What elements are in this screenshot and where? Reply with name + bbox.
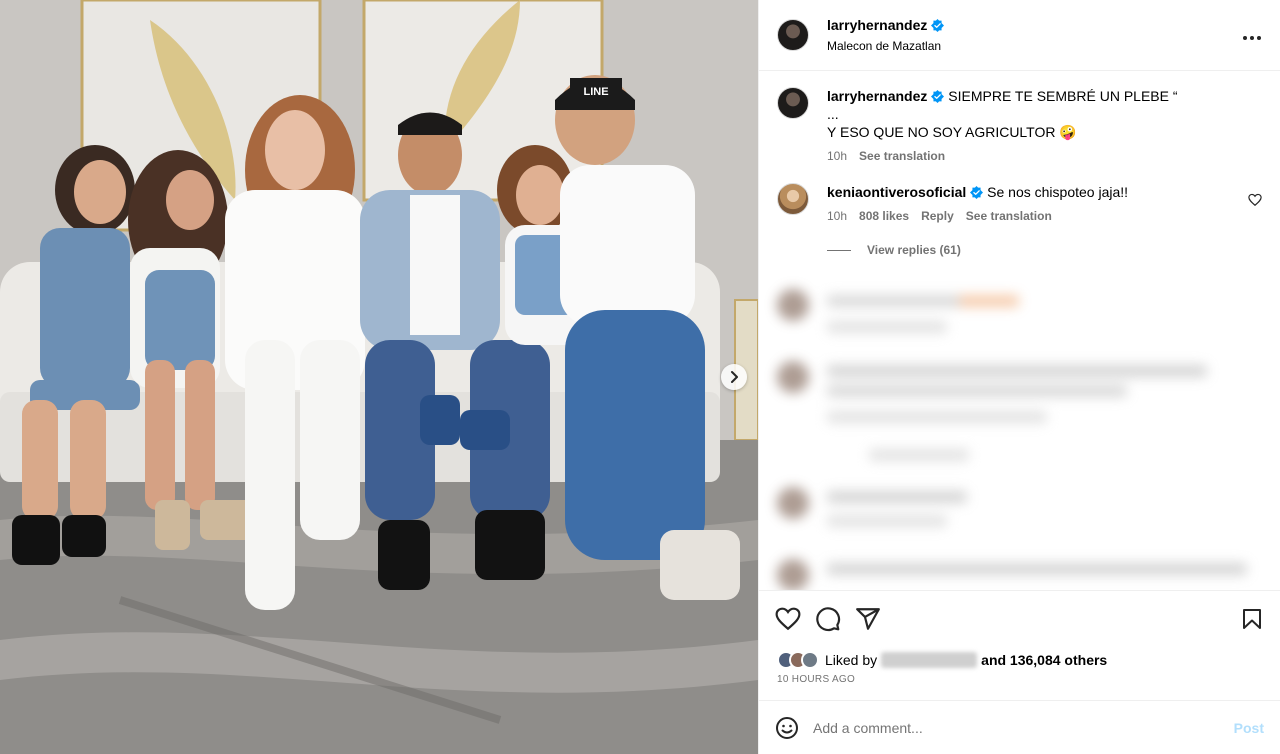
verified-badge-icon (970, 185, 984, 199)
instagram-post-view: LINE larryhernandez Malecon de Mazatlan … (0, 0, 1280, 754)
bookmark-icon (1243, 608, 1261, 629)
emoji-icon[interactable] (775, 716, 799, 740)
reply-button[interactable]: Reply (921, 207, 954, 225)
comment-meta: 10h 808 likes Reply See translation (827, 207, 1262, 225)
author-username-text[interactable]: larryhernandez (827, 17, 927, 33)
author-info: larryhernandez Malecon de Mazatlan (827, 17, 1242, 53)
replies-divider-line (827, 249, 851, 251)
comment-text: Se nos chispoteo jaja!! (987, 184, 1129, 200)
view-replies-button[interactable]: View replies (61) (827, 243, 1262, 257)
verified-badge-icon (931, 89, 945, 103)
share-button[interactable] (855, 599, 895, 639)
liked-by-prefix: Liked by (825, 652, 878, 668)
comment-like-count[interactable]: 808 likes (859, 207, 909, 225)
liked-by-others[interactable]: and 136,084 others (981, 652, 1107, 668)
post-comment-button[interactable]: Post (1234, 720, 1264, 736)
comment-composer: Post (759, 700, 1280, 754)
verified-badge-icon (931, 18, 945, 32)
caption-username[interactable]: larryhernandez (827, 87, 945, 105)
family-photo-illustration: LINE (0, 0, 758, 754)
post-actions (759, 590, 1280, 646)
liker-avatar (801, 651, 819, 669)
like-button[interactable] (775, 599, 815, 639)
caption-author-avatar[interactable] (777, 87, 809, 119)
next-photo-button[interactable] (721, 364, 747, 390)
commenter-avatar[interactable] (777, 183, 809, 215)
caption-username-text[interactable]: larryhernandez (827, 87, 927, 105)
comment-time[interactable]: 10h (827, 207, 847, 225)
post-location[interactable]: Malecon de Mazatlan (827, 39, 1242, 53)
more-options-icon (1243, 35, 1261, 40)
caption-line-2: ... (827, 106, 839, 122)
post-timestamp[interactable]: 10 HOURS AGO (759, 674, 1280, 690)
author-avatar[interactable] (777, 19, 809, 51)
share-icon (856, 607, 880, 630)
view-replies-label[interactable]: View replies (61) (867, 243, 961, 257)
likes-summary: Liked by and 136,084 others (759, 646, 1280, 674)
save-button[interactable] (1224, 599, 1264, 639)
heart-icon (775, 607, 801, 630)
comment-body: keniaontiverosoficial Se nos chispoteo j… (827, 183, 1262, 225)
svg-text:LINE: LINE (583, 86, 608, 98)
commenter-username-text[interactable]: keniaontiverosoficial (827, 183, 966, 201)
chevron-right-icon (731, 371, 738, 383)
comment-input[interactable] (813, 719, 1234, 736)
comment-button[interactable] (815, 599, 855, 639)
post-side-panel: larryhernandez Malecon de Mazatlan larry… (758, 0, 1280, 754)
liker-avatars[interactable] (777, 651, 819, 669)
comments-list: larryhernandez SIEMPRE TE SEMBRÉ UN PLEB… (759, 71, 1280, 590)
caption-body: larryhernandez SIEMPRE TE SEMBRÉ UN PLEB… (827, 87, 1262, 165)
heart-icon[interactable] (1248, 193, 1262, 207)
liked-by-name-redacted[interactable] (881, 652, 978, 668)
author-username[interactable]: larryhernandez (827, 17, 945, 33)
caption-time[interactable]: 10h (827, 147, 847, 165)
post-header: larryhernandez Malecon de Mazatlan (759, 0, 1280, 71)
post-caption: larryhernandez SIEMPRE TE SEMBRÉ UN PLEB… (777, 87, 1262, 165)
caption-line-1: SIEMPRE TE SEMBRÉ UN PLEBE “ (948, 88, 1178, 104)
comment-icon (816, 606, 841, 631)
comment-item: keniaontiverosoficial Se nos chispoteo j… (777, 183, 1262, 225)
caption-meta: 10h See translation (827, 147, 1262, 165)
comment-see-translation[interactable]: See translation (966, 207, 1052, 225)
caption-line-3: Y ESO QUE NO SOY AGRICULTOR 🤪 (827, 124, 1077, 140)
caption-see-translation[interactable]: See translation (859, 147, 945, 165)
commenter-username[interactable]: keniaontiverosoficial (827, 183, 984, 201)
more-options-button[interactable] (1242, 25, 1262, 46)
blurred-comments (759, 289, 1280, 590)
post-photo[interactable]: LINE (0, 0, 758, 754)
